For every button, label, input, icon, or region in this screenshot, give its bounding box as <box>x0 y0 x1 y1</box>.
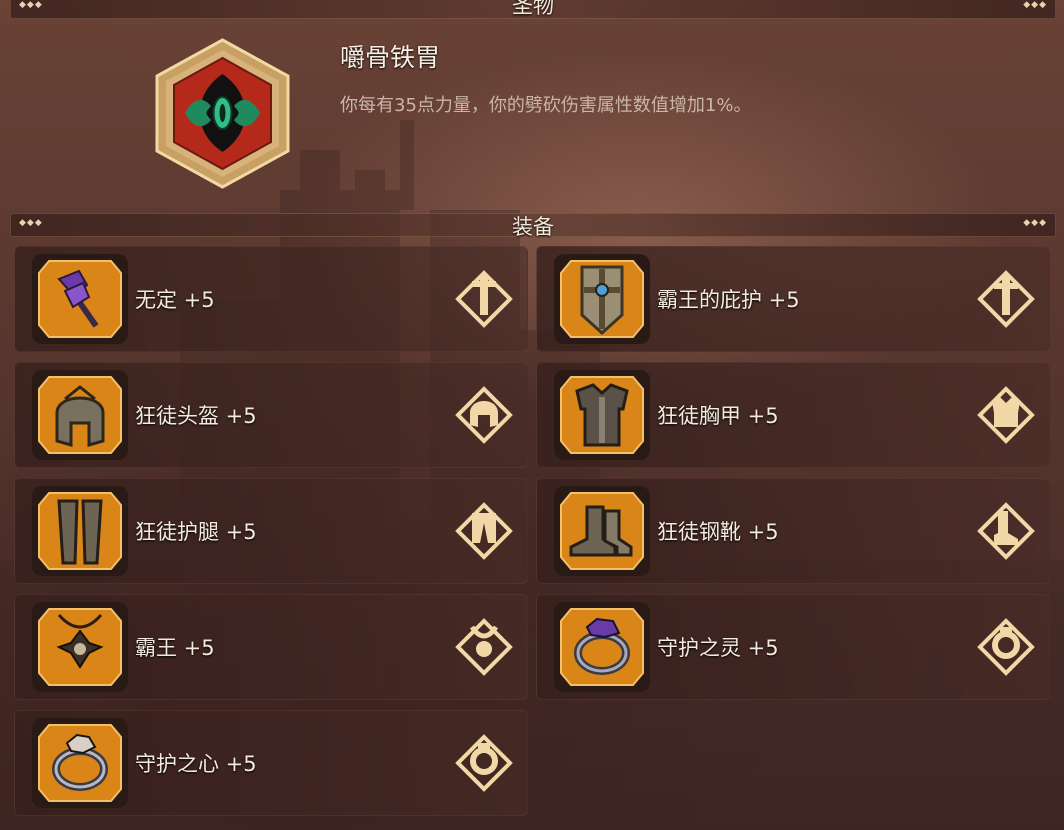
equipment-label: 霸王的庇护 +5 <box>657 288 800 312</box>
equipment-label: 狂徒头盔 +5 <box>135 404 257 428</box>
relic-name: 嚼骨铁胃 <box>340 43 441 72</box>
chest-armor-icon[interactable] <box>557 373 647 457</box>
ring-slot-icon <box>977 618 1035 676</box>
equipment-label: 狂徒护腿 +5 <box>135 520 257 544</box>
equipment-section-title: 装备 <box>512 215 554 239</box>
equipment-card-helmet[interactable]: 狂徒头盔 +5 <box>14 362 528 468</box>
equipment-card-amulet[interactable]: 霸王 +5 <box>14 594 528 700</box>
equipment-label: 狂徒胸甲 +5 <box>657 404 779 428</box>
equipment-card-boots[interactable]: 狂徒钢靴 +5 <box>536 478 1050 584</box>
weapon-slot-icon <box>455 270 513 328</box>
equipment-label: 霸王 +5 <box>135 636 215 660</box>
leg-armor-icon[interactable] <box>35 489 125 573</box>
chest-slot-icon <box>977 386 1035 444</box>
boots-icon[interactable] <box>557 489 647 573</box>
equipment-card-offhand[interactable]: 霸王的庇护 +5 <box>536 246 1050 352</box>
legs-slot-icon <box>455 502 513 560</box>
equipment-label: 守护之心 +5 <box>135 752 257 776</box>
ring-icon[interactable] <box>557 605 647 689</box>
offhand-slot-icon <box>977 270 1035 328</box>
amulet-icon[interactable] <box>35 605 125 689</box>
relic-ornate-hexagon-icon[interactable] <box>145 36 300 191</box>
equipment-card-legs[interactable]: 狂徒护腿 +5 <box>14 478 528 584</box>
ring-icon[interactable] <box>35 721 125 805</box>
equipment-card-chest[interactable]: 狂徒胸甲 +5 <box>536 362 1050 468</box>
relic-description: 你每有35点力量，你的劈砍伤害属性数值增加1%。 <box>340 95 752 116</box>
helmet-icon[interactable] <box>35 373 125 457</box>
axe-icon[interactable] <box>35 257 125 341</box>
equipment-card-ring-2[interactable]: 守护之心 +5 <box>14 710 528 816</box>
equipment-label: 守护之灵 +5 <box>657 636 779 660</box>
amulet-slot-icon <box>455 618 513 676</box>
shield-icon[interactable] <box>557 257 647 341</box>
ornament-dots-right-icon: ◆◆◆ <box>1023 218 1047 228</box>
ornament-dots-right-icon: ◆◆◆ <box>1023 0 1047 10</box>
helmet-slot-icon <box>455 386 513 444</box>
equipment-label: 狂徒钢靴 +5 <box>657 520 779 544</box>
equipment-section-header: ◆◆◆ 装备 ◆◆◆ <box>10 213 1056 239</box>
equipment-label: 无定 +5 <box>135 288 215 312</box>
relic-section-title: 圣物 <box>512 0 554 18</box>
ring-slot-icon <box>455 734 513 792</box>
boots-slot-icon <box>977 502 1035 560</box>
equipment-card-ring-1[interactable]: 守护之灵 +5 <box>536 594 1050 700</box>
equipment-card-weapon[interactable]: 无定 +5 <box>14 246 528 352</box>
relic-section-header: ◆◆◆ 圣物 ◆◆◆ <box>10 0 1056 19</box>
